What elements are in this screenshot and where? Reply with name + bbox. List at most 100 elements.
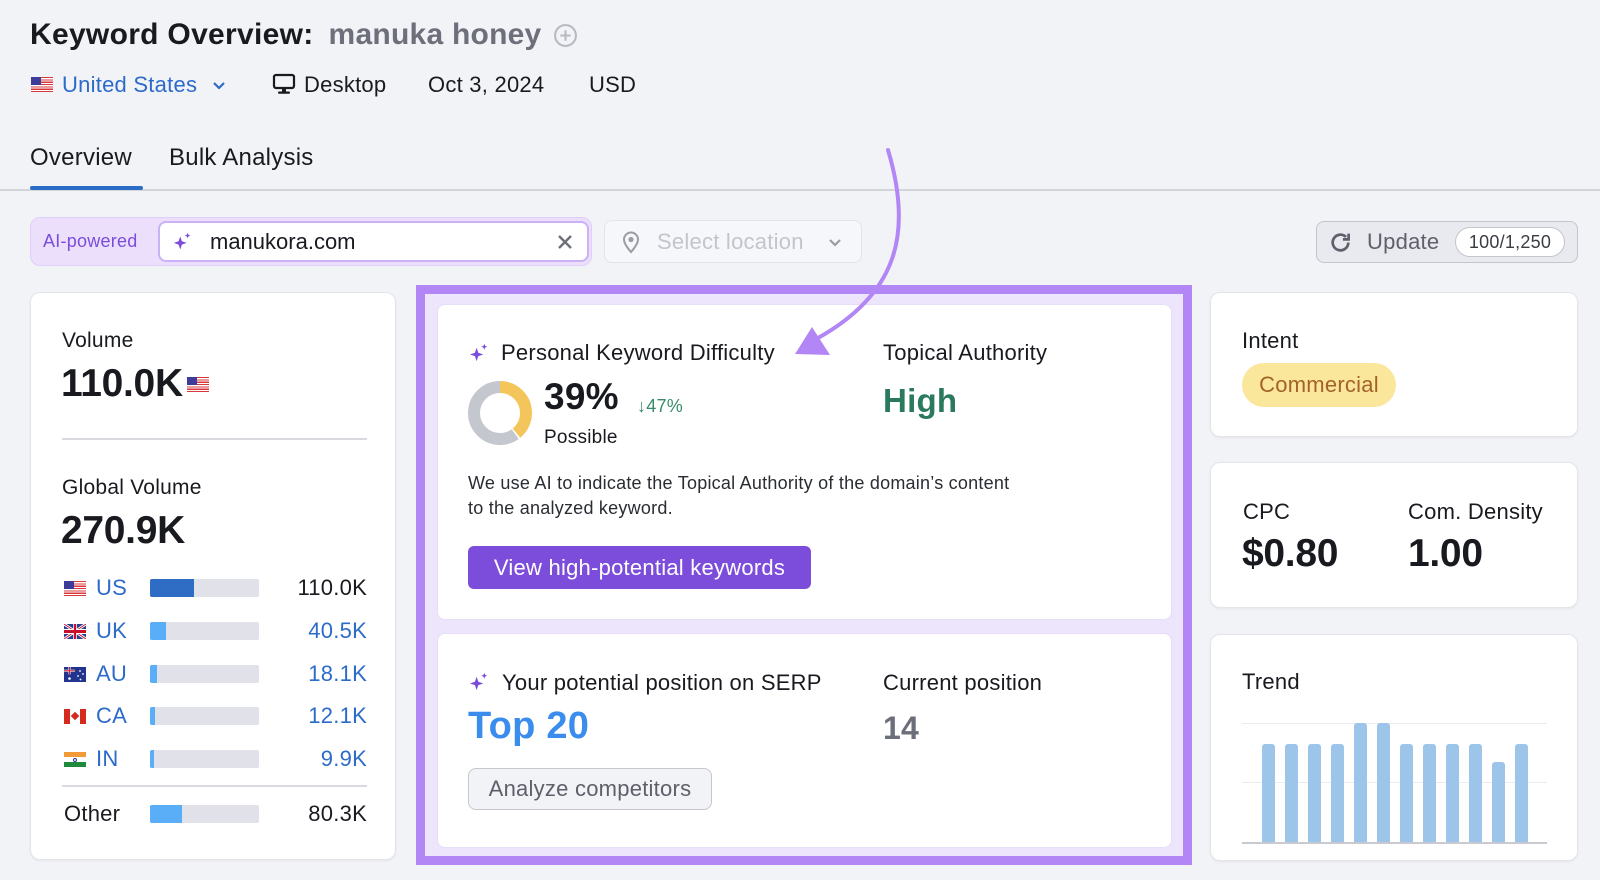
database-selector[interactable]: United States (31, 72, 231, 98)
update-counter-badge: 100/1,250 (1455, 227, 1565, 257)
difficulty-donut (468, 381, 532, 445)
pkd-description-line-1: We use AI to indicate the Topical Author… (468, 473, 1010, 493)
volume-value: 110.0K (61, 362, 183, 405)
personal-keyword-difficulty-card: Personal Keyword Difficulty 39% ↓47% Pos… (437, 304, 1172, 620)
topical-authority-value: High (883, 382, 958, 419)
volume-share-bar (150, 805, 259, 823)
volume-share-fill (150, 805, 183, 823)
uk-flag-icon (64, 624, 86, 639)
volume-label: Volume (62, 329, 134, 352)
trend-bar (1400, 744, 1413, 842)
ai-powered-badge: AI-powered (43, 231, 138, 251)
trend-bar (1469, 744, 1482, 842)
serp-position-card: Your potential position on SERP Top 20 C… (437, 633, 1172, 848)
country-volume[interactable]: 12.1K (308, 704, 367, 728)
volume-share-bar (150, 622, 259, 640)
volume-divider (62, 438, 367, 440)
intent-card: Intent Commercial (1210, 292, 1578, 437)
plus-circle-icon (553, 23, 577, 47)
device-label: Desktop (304, 72, 387, 97)
trend-baseline (1242, 842, 1547, 844)
update-label: Update (1367, 229, 1440, 254)
ai-domain-field: AI-powered (30, 217, 592, 266)
ai-sparkle-icon (173, 232, 191, 250)
intent-label: Intent (1242, 328, 1299, 353)
trend-label: Trend (1242, 669, 1300, 694)
tab-bulk-analysis[interactable]: Bulk Analysis (169, 143, 314, 173)
ca-flag-icon (64, 709, 86, 724)
pkd-value: 39% (544, 376, 619, 417)
potential-position-value: Top 20 (468, 705, 590, 747)
volume-share-bar (150, 750, 259, 768)
pkd-delta: ↓47% (637, 396, 683, 416)
volume-share-fill (150, 622, 167, 640)
country-row-uk: UK 40.5K (63, 619, 367, 643)
cpc-label: CPC (1243, 499, 1291, 524)
domain-input-box[interactable] (158, 221, 589, 262)
global-volume-label: Global Volume (62, 476, 202, 499)
add-keyword-button[interactable] (553, 23, 578, 48)
trend-gridline (1242, 723, 1547, 724)
country-row-ca: CA 12.1K (63, 704, 367, 728)
chevron-down-icon (213, 82, 225, 90)
country-code[interactable]: CA (96, 704, 127, 728)
pkd-description-line-2: to the analyzed keyword. (468, 498, 673, 518)
competitive-density-label: Com. Density (1408, 499, 1543, 524)
in-flag-icon (64, 752, 86, 767)
update-button[interactable]: Update 100/1,250 (1316, 221, 1578, 263)
trend-bar (1423, 744, 1436, 842)
refresh-icon (1331, 233, 1350, 252)
country-row-us: US 110.0K (63, 576, 367, 600)
country-volume: 110.0K (297, 575, 367, 600)
other-volume: 80.3K (308, 801, 367, 826)
page-header: Keyword Overview: manuka honey (30, 15, 578, 55)
potential-position-label: Your potential position on SERP (502, 670, 822, 695)
country-code[interactable]: AU (96, 662, 127, 686)
location-pin-icon (622, 231, 640, 254)
current-position-label: Current position (883, 670, 1043, 695)
other-divider (62, 785, 367, 787)
country-code[interactable]: US (96, 576, 127, 600)
country-code[interactable]: UK (96, 619, 127, 643)
volume-share-bar (150, 579, 259, 597)
view-high-potential-keywords-button[interactable]: View high-potential keywords (468, 546, 811, 589)
country-volume[interactable]: 9.9K (321, 747, 367, 771)
cpc-value: $0.80 (1242, 532, 1339, 575)
ai-sparkle-icon (469, 343, 488, 362)
pkd-title: Personal Keyword Difficulty (501, 340, 775, 365)
tab-overview[interactable]: Overview (30, 143, 132, 173)
volume-card: Volume 110.0K Global Volume 270.9K US 11… (30, 292, 396, 860)
country-volume[interactable]: 40.5K (308, 619, 367, 643)
location-select[interactable]: Select location (604, 220, 862, 263)
currency-label: USD (589, 72, 637, 97)
desktop-monitor-icon (272, 73, 296, 94)
location-placeholder: Select location (657, 229, 804, 254)
us-flag-icon (187, 377, 209, 393)
trend-bar (1262, 744, 1275, 842)
trend-bar (1285, 744, 1298, 842)
pkd-level: Possible (544, 427, 618, 448)
volume-share-fill (150, 579, 195, 597)
competitive-density-value: 1.00 (1408, 532, 1483, 575)
cpc-card: CPC $0.80 Com. Density 1.00 (1210, 462, 1578, 608)
keyword-text: manuka honey (328, 18, 542, 51)
trend-bar (1308, 744, 1321, 842)
trend-chart (1242, 723, 1547, 844)
global-volume-value: 270.9K (61, 509, 185, 552)
domain-input[interactable] (210, 228, 540, 256)
volume-share-bar (150, 665, 259, 683)
volume-share-bar (150, 707, 259, 725)
volume-share-fill (150, 707, 155, 725)
country-volume[interactable]: 18.1K (308, 662, 367, 686)
au-flag-icon (64, 667, 86, 682)
trend-bar (1515, 744, 1528, 842)
trend-bar (1492, 762, 1505, 842)
other-label: Other (64, 801, 121, 826)
date-label: Oct 3, 2024 (428, 72, 545, 97)
us-flag-icon (31, 77, 53, 92)
topical-authority-label: Topical Authority (883, 340, 1048, 365)
clear-input-icon[interactable] (556, 233, 574, 251)
trend-bar (1331, 744, 1344, 842)
analyze-competitors-button[interactable]: Analyze competitors (468, 768, 712, 810)
country-code[interactable]: IN (96, 747, 118, 771)
